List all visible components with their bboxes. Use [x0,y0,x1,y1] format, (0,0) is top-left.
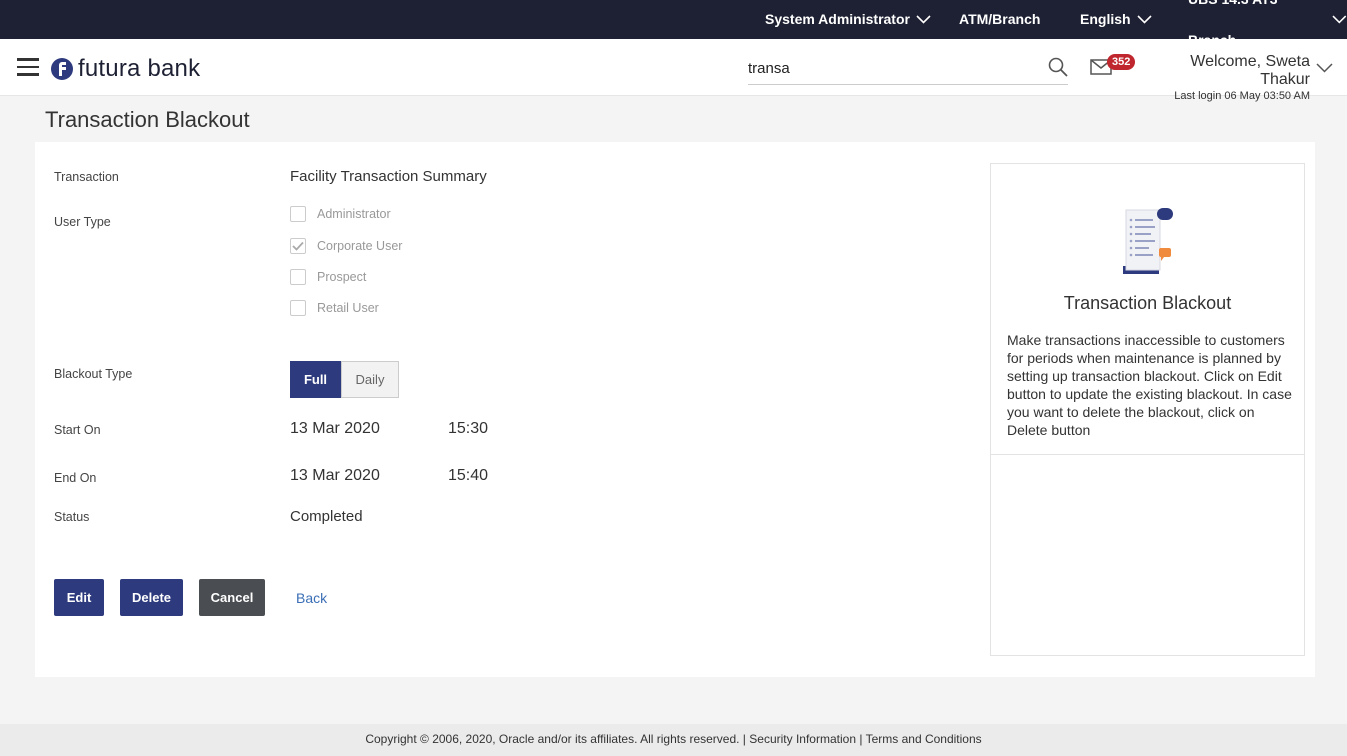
search-input[interactable] [748,53,1028,83]
transaction-label: Transaction [54,170,119,184]
end-time: 15:40 [448,467,489,484]
blackout-type-toggle: Full Daily [290,361,399,398]
transaction-blackout-card: Transaction Facility Transaction Summary… [35,142,1315,677]
end-date: 13 Mar 2020 [290,467,380,484]
user-type-corporate[interactable]: Corporate User [290,238,402,254]
user-type-administrator[interactable]: Administrator [290,206,391,222]
welcome-text: Welcome, Sweta Thakur [1190,53,1310,88]
user-menu[interactable]: Welcome, Sweta Thakur Last login 06 May … [1142,53,1310,102]
role-label: System Administrator [765,11,910,27]
futura-logo-icon [51,58,73,80]
edit-button[interactable]: Edit [54,579,104,616]
checkbox-checked[interactable] [290,238,306,254]
blackout-type-label: Blackout Type [54,367,133,381]
user-type-label: User Type [54,215,111,229]
branch-dropdown[interactable]: UBS 14.3 AT3 Branch [1188,0,1347,48]
logo[interactable]: futura bank [50,55,200,83]
help-content: Transaction Blackout Make transactions i… [991,164,1304,455]
document-icon [1123,208,1173,274]
footer: Copyright © 2006, 2020, Oracle and/or it… [0,724,1347,756]
user-type-retail[interactable]: Retail User [290,300,379,316]
entity-label[interactable]: ATM/Branch [959,0,1040,39]
terms-link[interactable]: Terms and Conditions [866,732,982,746]
header: futura bank 352 Welcome, Sweta Thakur La… [0,39,1347,102]
checkbox-label: Prospect [317,270,367,284]
chevron-down-icon [916,15,931,24]
delete-button[interactable]: Delete [120,579,183,616]
footer-separator: | [859,732,863,746]
role-dropdown[interactable]: System Administrator [765,0,931,39]
start-time: 15:30 [448,420,489,437]
top-bar: System Administrator ATM/Branch English … [0,0,1347,48]
language-dropdown[interactable]: English [1080,0,1152,39]
help-panel: Transaction Blackout Make transactions i… [990,163,1305,656]
checkbox-label: Administrator [317,207,391,221]
search-icon[interactable] [1048,57,1068,77]
back-link[interactable]: Back [296,590,327,606]
end-on-label: End On [54,471,97,485]
checkbox-label: Retail User [317,301,379,315]
status-value: Completed [290,508,363,525]
status-label: Status [54,510,90,524]
help-title: Transaction Blackout [1063,293,1232,313]
checkbox[interactable] [290,206,306,222]
language-label: English [1080,11,1131,27]
chevron-down-icon [1332,15,1347,24]
transaction-value: Facility Transaction Summary [290,168,487,185]
checkmark-icon [292,241,304,251]
logo-text: futura bank [78,55,201,82]
checkbox[interactable] [290,269,306,285]
checkbox[interactable] [290,300,306,316]
menu-icon[interactable] [17,58,39,76]
page-title: Transaction Blackout [45,107,250,132]
blackout-daily-button[interactable]: Daily [341,361,399,398]
user-type-prospect[interactable]: Prospect [290,269,366,285]
copyright-text: Copyright © 2006, 2020, Oracle and/or it… [365,732,746,746]
blackout-full-button[interactable]: Full [290,361,341,398]
start-on-label: Start On [54,423,101,437]
last-login-text: Last login 06 May 03:50 AM [1174,90,1310,102]
cancel-button[interactable]: Cancel [199,579,265,616]
security-information-link[interactable]: Security Information [749,732,856,746]
chevron-down-icon [1136,15,1152,24]
checkbox-label: Corporate User [317,239,403,253]
notification-badge[interactable]: 352 [1107,54,1136,70]
search-box [748,53,1068,85]
chevron-down-icon[interactable] [1316,63,1333,73]
help-text: Make transactions inaccessible to custom… [1007,332,1292,438]
start-date: 13 Mar 2020 [290,420,380,437]
